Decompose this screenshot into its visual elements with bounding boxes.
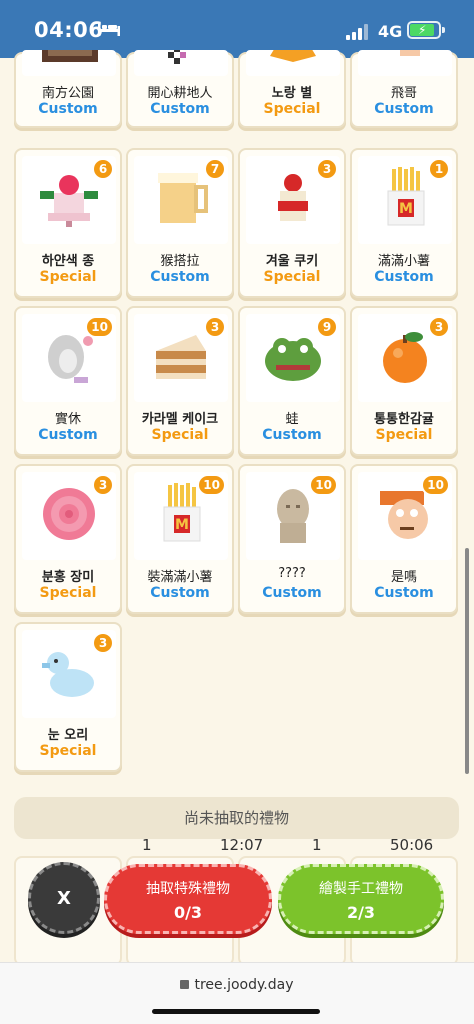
gift-count-badge: 10 — [421, 474, 450, 496]
gift-card[interactable]: M 10 裝滿滿小薯 Custom — [126, 464, 234, 614]
gift-card[interactable]: 3 눈 오리 Special — [14, 622, 122, 772]
gift-name: 하얀색 종 — [41, 254, 95, 269]
gift-type: Custom — [38, 427, 98, 443]
gift-image — [134, 50, 228, 76]
draw-special-gift-button[interactable]: 抽取特殊禮物 0/3 — [104, 864, 272, 934]
gift-type: Custom — [38, 101, 98, 117]
gift-name: 是嗎 — [390, 570, 417, 585]
gift-name: 겨울 쿠키 — [265, 254, 319, 269]
top-cut-icon-1 — [134, 50, 228, 76]
gift-type: Custom — [262, 585, 322, 601]
svg-text:M: M — [175, 517, 189, 533]
gift-card[interactable]: 3 통통한감귤 Special — [350, 306, 458, 456]
gift-type: Custom — [262, 427, 322, 443]
top-cut-icon-0 — [22, 50, 116, 76]
right-timer-count: 1 — [312, 836, 322, 854]
gift-count-badge: 6 — [92, 158, 114, 180]
signal-icon — [346, 24, 368, 40]
left-timer-count: 1 — [142, 836, 152, 854]
draw-custom-progress: 2/3 — [346, 903, 376, 922]
gift-name: 飛哥 — [390, 86, 417, 101]
gift-image — [22, 50, 116, 76]
gift-card[interactable]: 10???? Custom — [238, 464, 346, 614]
gift-card[interactable]: 飛哥 Custom — [350, 50, 458, 128]
gift-type: Custom — [374, 269, 434, 285]
gift-name: 實休 — [54, 412, 81, 427]
draw-custom-label: 繪製手工禮物 — [319, 881, 403, 897]
gift-card[interactable]: 9 蛙 Custom — [238, 306, 346, 456]
not-drawn-section-label: 尚未抽取的禮物 — [14, 797, 459, 839]
close-button[interactable]: X — [28, 862, 100, 934]
scrollbar[interactable] — [465, 548, 469, 774]
gift-type: Custom — [150, 101, 210, 117]
draw-special-progress: 0/3 — [173, 903, 203, 922]
gift-count-badge: 10 — [309, 474, 338, 496]
cooldown-timers: 1 12:07 1 50:06 — [0, 836, 474, 856]
gift-type: Special — [39, 743, 97, 759]
close-icon: X — [57, 887, 71, 909]
gift-image — [246, 50, 340, 76]
gift-type: Custom — [150, 585, 210, 601]
lock-icon — [180, 980, 190, 989]
network-type: 4G — [378, 22, 403, 41]
gift-image — [358, 50, 452, 76]
gift-count-badge: 3 — [204, 316, 226, 338]
gift-name: 猴搭拉 — [160, 254, 200, 269]
gift-card[interactable]: 7 猴搭拉 Custom — [126, 148, 234, 298]
gift-name: 카라멜 케이크 — [141, 412, 219, 427]
top-cut-icon-3 — [358, 50, 452, 76]
gift-name: 開心耕地人 — [147, 86, 213, 101]
draw-custom-gift-button[interactable]: 繪製手工禮物 2/3 — [278, 864, 444, 934]
gift-type: Custom — [150, 269, 210, 285]
gift-name: 南方公園 — [41, 86, 94, 101]
gift-type: Special — [151, 427, 209, 443]
gift-type: Special — [39, 269, 97, 285]
right-timer-time: 50:06 — [390, 836, 434, 854]
top-cut-icon-2 — [246, 50, 340, 76]
gift-name: 분홍 장미 — [41, 570, 95, 585]
gift-count-badge: 9 — [316, 316, 338, 338]
gift-count-badge: 10 — [85, 316, 114, 338]
gift-type: Custom — [374, 101, 434, 117]
gift-count-badge: 7 — [204, 158, 226, 180]
gift-name: 蛙 — [285, 412, 299, 427]
gift-card[interactable]: 開心耕地人 Custom — [126, 50, 234, 128]
gift-card[interactable]: 노랑 별 Special — [238, 50, 346, 128]
left-timer-time: 12:07 — [220, 836, 264, 854]
gift-card[interactable]: 10 是嗎 Custom — [350, 464, 458, 614]
gift-name: 통통한감귤 — [374, 412, 434, 427]
gift-name: ???? — [278, 566, 306, 581]
gift-type: Special — [39, 585, 97, 601]
gift-type: Special — [263, 269, 321, 285]
bed-icon — [98, 22, 120, 36]
gift-card[interactable]: 10 實休 Custom — [14, 306, 122, 456]
gift-card[interactable]: 3 분홍 장미 Special — [14, 464, 122, 614]
gift-card[interactable]: 6 하얀색 종 Special — [14, 148, 122, 298]
gift-card[interactable]: 3 카라멜 케이크 Special — [126, 306, 234, 456]
gift-type: Special — [375, 427, 433, 443]
gift-type: Special — [263, 101, 321, 117]
svg-text:M: M — [399, 201, 413, 217]
draw-special-label: 抽取特殊禮物 — [146, 881, 230, 897]
gift-card[interactable]: M 1 滿滿小薯 Custom — [350, 148, 458, 298]
gift-card[interactable]: 南方公園 Custom — [14, 50, 122, 128]
gift-name: 눈 오리 — [47, 728, 89, 743]
gift-count-badge: 3 — [92, 632, 114, 654]
gift-name: 滿滿小薯 — [377, 254, 430, 269]
url-text: tree.joody.day — [194, 977, 294, 993]
browser-url-bar[interactable]: tree.joody.day — [0, 962, 474, 1024]
gift-count-badge: 3 — [92, 474, 114, 496]
status-time: 04:06 — [34, 18, 104, 42]
gift-name: 노랑 별 — [271, 86, 313, 101]
gift-count-badge: 10 — [197, 474, 226, 496]
gift-type: Custom — [374, 585, 434, 601]
gift-count-badge: 3 — [316, 158, 338, 180]
battery-icon: ⚡ — [407, 21, 445, 39]
home-indicator[interactable] — [152, 1009, 320, 1014]
gift-name: 裝滿滿小薯 — [147, 570, 213, 585]
gift-count-badge: 1 — [428, 158, 450, 180]
gift-card[interactable]: 3 겨울 쿠키 Special — [238, 148, 346, 298]
gift-count-badge: 3 — [428, 316, 450, 338]
